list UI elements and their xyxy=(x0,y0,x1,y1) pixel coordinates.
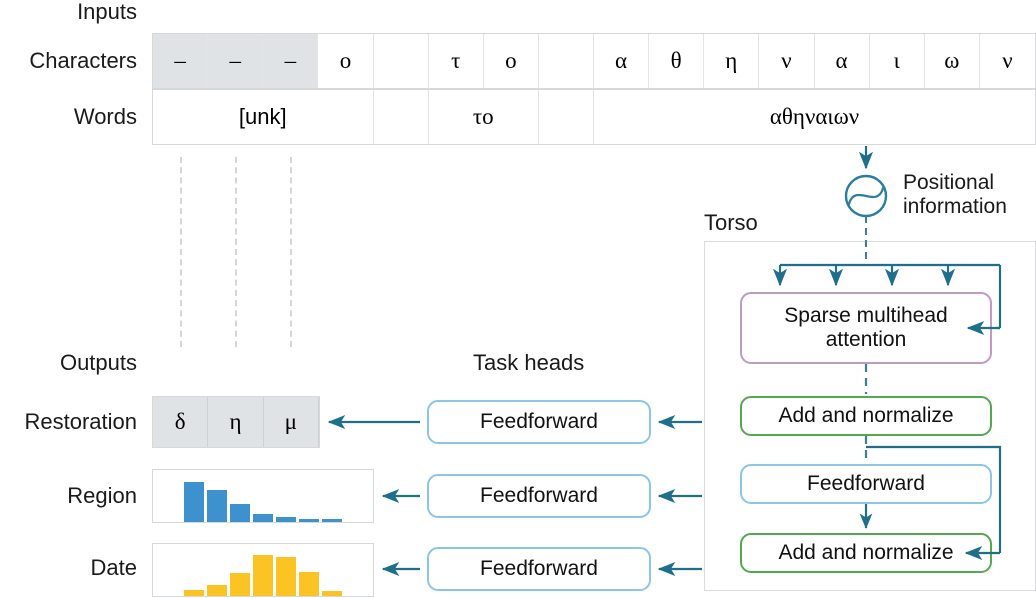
bar xyxy=(230,573,250,596)
word-cell-1 xyxy=(374,90,429,144)
restoration-cell-0: δ xyxy=(153,397,208,447)
positional-information-label: Positional information xyxy=(903,171,1007,220)
task-heads-label: Task heads xyxy=(473,352,584,374)
bar xyxy=(299,572,319,596)
character-cell-2: – xyxy=(263,34,318,88)
restoration-label: Restoration xyxy=(0,411,137,433)
torso-block-label: Sparse multihead attention xyxy=(752,304,980,351)
torso-label: Torso xyxy=(704,212,758,234)
architecture-diagram: Inputs Characters Words Outputs Restorat… xyxy=(0,0,1036,598)
task-head-label: Feedforward xyxy=(480,484,598,508)
alignment-guide xyxy=(290,157,292,347)
alignment-guide xyxy=(235,157,237,347)
bar xyxy=(184,590,204,596)
character-cell-1: – xyxy=(208,34,263,88)
restoration-cell-2: μ xyxy=(264,397,319,447)
bar xyxy=(322,519,342,522)
torso-block-add-and-normalize-2[interactable]: Add and normalize xyxy=(740,533,992,573)
date-label: Date xyxy=(0,557,137,579)
restoration-cell-1: η xyxy=(208,397,263,447)
bar xyxy=(207,585,227,596)
task-head-feedforward-region[interactable]: Feedforward xyxy=(427,474,651,518)
outputs-label: Outputs xyxy=(0,352,137,374)
character-cell-3: o xyxy=(318,34,373,88)
character-cell-11: ν xyxy=(759,34,814,88)
bar xyxy=(184,482,204,522)
inputs-label: Inputs xyxy=(0,1,137,23)
word-cell-4: αθηναιων xyxy=(594,90,1035,144)
character-cell-15: ν xyxy=(980,34,1035,88)
character-cell-14: ω xyxy=(925,34,980,88)
character-cell-7 xyxy=(539,34,594,88)
character-cell-5: τ xyxy=(429,34,484,88)
character-cell-13: ι xyxy=(870,34,925,88)
region-output-chart xyxy=(152,469,374,523)
character-cell-6: o xyxy=(484,34,539,88)
character-cell-8: α xyxy=(594,34,649,88)
torso-block-label: Feedforward xyxy=(807,472,925,496)
task-head-feedforward-date[interactable]: Feedforward xyxy=(427,547,651,591)
character-cell-12: α xyxy=(815,34,870,88)
character-cell-4 xyxy=(374,34,429,88)
positional-information-line2: information xyxy=(903,195,1007,219)
words-label: Words xyxy=(0,106,137,128)
character-cell-0: – xyxy=(153,34,208,88)
character-cell-10: η xyxy=(704,34,759,88)
task-head-feedforward-restoration[interactable]: Feedforward xyxy=(427,400,651,444)
torso-block-feedforward[interactable]: Feedforward xyxy=(740,464,992,504)
characters-row: –––oτoαθηναιων xyxy=(152,33,1036,89)
characters-label: Characters xyxy=(0,50,137,72)
date-output-chart xyxy=(152,543,374,597)
task-head-label: Feedforward xyxy=(480,410,598,434)
torso-block-label: Add and normalize xyxy=(778,541,953,565)
bar xyxy=(276,557,296,596)
bar xyxy=(253,555,273,596)
torso-block-label: Add and normalize xyxy=(778,404,953,428)
bar xyxy=(322,591,342,596)
sine-wave-circle-icon xyxy=(846,176,886,216)
bar xyxy=(230,504,250,522)
bar xyxy=(276,517,296,522)
task-head-label: Feedforward xyxy=(480,557,598,581)
word-cell-2: τo xyxy=(429,90,539,144)
alignment-guide xyxy=(180,157,182,347)
torso-block-sparse-multihead-attention[interactable]: Sparse multihead attention xyxy=(740,292,992,364)
bar xyxy=(207,490,227,522)
positional-information-line1: Positional xyxy=(903,171,1007,195)
bar xyxy=(299,519,319,522)
words-row: [unk] τo αθηναιων xyxy=(152,89,1036,145)
character-cell-9: θ xyxy=(649,34,704,88)
torso-block-add-and-normalize-1[interactable]: Add and normalize xyxy=(740,396,992,436)
word-cell-0: [unk] xyxy=(153,90,374,144)
word-cell-3 xyxy=(539,90,594,144)
region-label: Region xyxy=(0,485,137,507)
bar xyxy=(253,514,273,522)
restoration-output-row: δημ xyxy=(152,396,320,448)
